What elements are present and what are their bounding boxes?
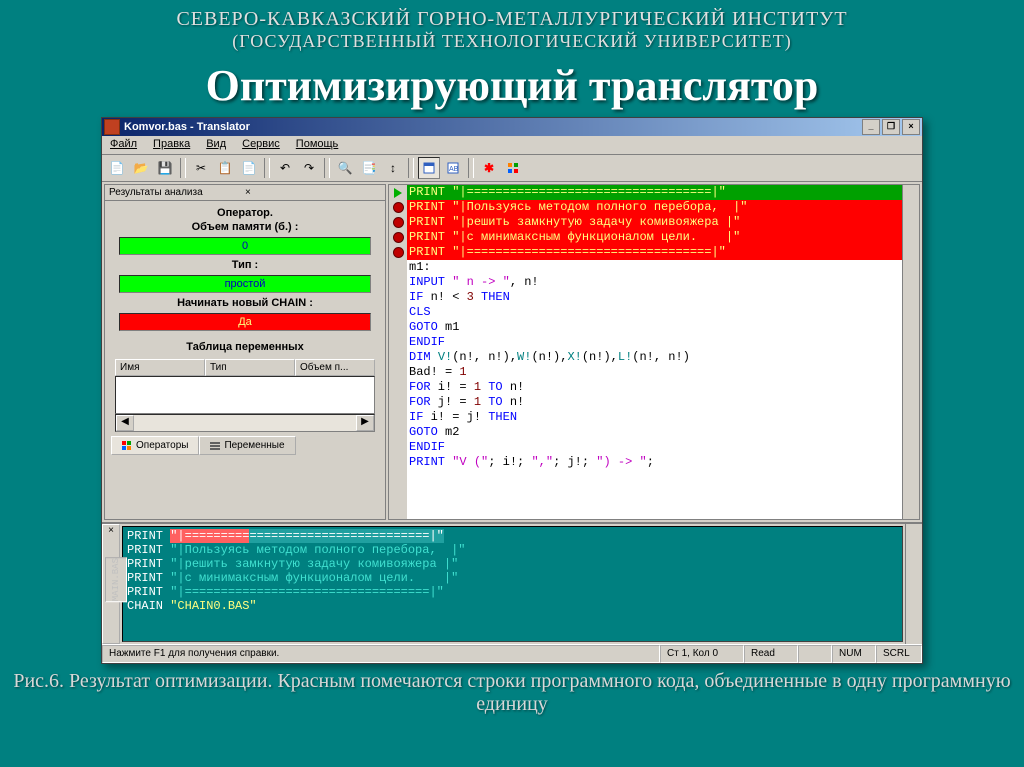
figure-caption: Рис.6. Результат оптимизации. Красным по… [0, 670, 1024, 716]
redo-button[interactable]: ↷ [298, 157, 320, 179]
variables-icon [210, 441, 220, 451]
analysis-panel: Результаты анализа × Оператор. Объем пам… [104, 184, 386, 520]
undo-button[interactable]: ↶ [274, 157, 296, 179]
output-line: PRINT "|================================… [127, 585, 898, 599]
code-line[interactable]: CLS [407, 305, 902, 320]
code-line[interactable]: PRINT "|================================… [407, 185, 902, 200]
statusbar: Нажмите F1 для получения справки. Ст 1, … [102, 644, 922, 663]
code-line[interactable]: PRINT "|================================… [407, 245, 902, 260]
code-line[interactable]: PRINT "V ("; i!; ","; j!; ") -> "; [407, 455, 902, 470]
type-label: Тип : [111, 259, 379, 271]
chain-button[interactable] [502, 157, 524, 179]
paste-button[interactable]: 📄 [238, 157, 260, 179]
sort-button[interactable]: ↕ [382, 157, 404, 179]
col-type[interactable]: Тип [205, 359, 295, 376]
operators-icon [122, 441, 132, 451]
output-line: PRINT "|================================… [127, 529, 898, 543]
menu-help[interactable]: Помощь [288, 136, 347, 154]
status-ovr [798, 645, 832, 663]
code-line[interactable]: DIM V!(n!, n!),W!(n!),X!(n!),L!(n!, n!) [407, 350, 902, 365]
code-line[interactable]: FOR j! = 1 TO n! [407, 395, 902, 410]
vars-body [115, 376, 375, 414]
view1-button[interactable] [418, 157, 440, 179]
vscroll[interactable] [902, 185, 919, 519]
status-hint: Нажмите F1 для получения справки. [102, 645, 660, 663]
scroll-left-icon[interactable]: ◀ [116, 415, 134, 431]
new-button[interactable]: 📄 [106, 157, 128, 179]
institute-line2: (ГОСУДАРСТВЕННЫЙ ТЕХНОЛОГИЧЕСКИЙ УНИВЕРС… [0, 31, 1024, 52]
status-pos: Ст 1, Кол 0 [660, 645, 744, 663]
code-line[interactable]: FOR i! = 1 TO n! [407, 380, 902, 395]
output-line: CHAIN "CHAIN0.BAS" [127, 599, 898, 613]
status-num: NUM [832, 645, 876, 663]
minimize-button[interactable]: _ [862, 119, 880, 135]
institute-line1: СЕВЕРО-КАВКАЗСКИЙ ГОРНО-МЕТАЛЛУРГИЧЕСКИЙ… [0, 8, 1024, 31]
col-name[interactable]: Имя [115, 359, 205, 376]
status-scrl: SCRL [876, 645, 922, 663]
cut-button[interactable]: ✂ [190, 157, 212, 179]
output-line: PRINT "|решить замкнутую задачу комивояж… [127, 557, 898, 571]
output-line: PRINT "|с минимаксным функционалом цели.… [127, 571, 898, 585]
bottom-vscroll[interactable] [905, 524, 922, 644]
code-line[interactable]: m1: [407, 260, 902, 275]
find-button[interactable]: 🔍 [334, 157, 356, 179]
panel-close-icon[interactable]: × [245, 187, 381, 198]
window-title: Komvor.bas - Translator [124, 121, 862, 133]
code-line[interactable]: INPUT " n -> ", n! [407, 275, 902, 290]
tab-variables[interactable]: Переменные [199, 436, 295, 455]
col-mem[interactable]: Объем п... [295, 359, 375, 376]
close-button[interactable]: × [902, 119, 920, 135]
code-line[interactable]: ENDIF [407, 335, 902, 350]
menu-edit[interactable]: Правка [145, 136, 198, 154]
code-line[interactable]: PRINT "|с минимаксным функционалом цели.… [407, 230, 902, 245]
analyze-button[interactable]: ✱ [478, 157, 500, 179]
vars-table: Имя Тип Объем п... [115, 359, 375, 414]
code-line[interactable]: IF n! < 3 THEN [407, 290, 902, 305]
panel-title: Результаты анализа [109, 187, 245, 198]
menu-file[interactable]: Файл [102, 136, 145, 154]
code-line[interactable]: Bad! = 1 [407, 365, 902, 380]
code-line[interactable]: GOTO m2 [407, 425, 902, 440]
code-line[interactable]: PRINT "|Пользуясь методом полного перебо… [407, 200, 902, 215]
code-editor[interactable]: PRINT "|================================… [388, 184, 920, 520]
menubar: Файл Правка Вид Сервис Помощь [102, 136, 922, 155]
vars-title: Таблица переменных [111, 341, 379, 353]
slide-title: Оптимизирующий транслятор [0, 60, 1024, 111]
code-line[interactable]: GOTO m1 [407, 320, 902, 335]
toolbar: 📄 📂 💾 ✂ 📋 📄 ↶ ↷ 🔍 📑 ↕ AB ✱ [102, 155, 922, 182]
menu-view[interactable]: Вид [198, 136, 234, 154]
output-pane[interactable]: PRINT "|================================… [122, 526, 903, 642]
list-button[interactable]: 📑 [358, 157, 380, 179]
copy-button[interactable]: 📋 [214, 157, 236, 179]
output-line: PRINT "|Пользуясь методом полного перебо… [127, 543, 898, 557]
save-button[interactable]: 💾 [154, 157, 176, 179]
memory-value: 0 [119, 237, 371, 255]
app-icon [104, 119, 120, 135]
menu-service[interactable]: Сервис [234, 136, 288, 154]
svg-text:AB: AB [449, 166, 459, 173]
operator-title: Оператор. [111, 207, 379, 219]
status-mode: Read [744, 645, 798, 663]
code-line[interactable]: ENDIF [407, 440, 902, 455]
chain-label: Начинать новый CHAIN : [111, 297, 379, 309]
type-value: простой [119, 275, 371, 293]
open-button[interactable]: 📂 [130, 157, 152, 179]
maximize-button[interactable]: ❐ [882, 119, 900, 135]
bottom-tab[interactable]: MAIN.BAS [105, 557, 127, 602]
code-line[interactable]: PRINT "|решить замкнутую задачу комивояж… [407, 215, 902, 230]
app-window: Komvor.bas - Translator _ ❐ × Файл Правк… [101, 117, 923, 664]
hscroll[interactable]: ◀ ▶ [115, 414, 375, 432]
memory-label: Объем памяти (б.) : [111, 221, 379, 233]
code-line[interactable]: IF i! = j! THEN [407, 410, 902, 425]
chain-value: Да [119, 313, 371, 331]
titlebar: Komvor.bas - Translator _ ❐ × [102, 118, 922, 136]
tab-operators[interactable]: Операторы [111, 436, 199, 455]
scroll-right-icon[interactable]: ▶ [356, 415, 374, 431]
view2-button[interactable]: AB [442, 157, 464, 179]
